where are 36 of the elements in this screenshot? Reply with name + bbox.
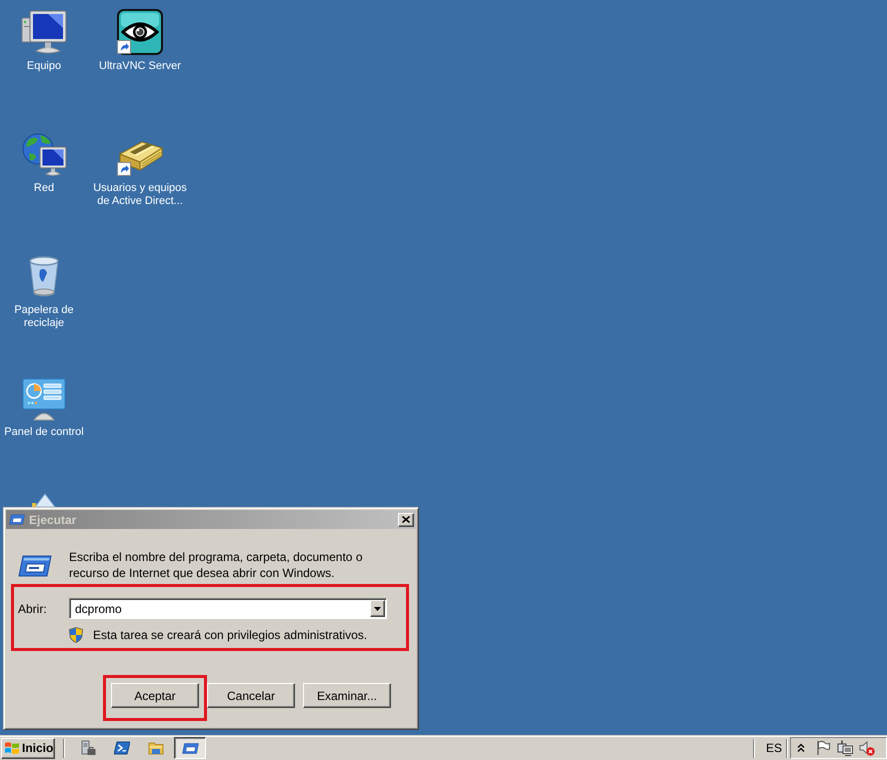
window-icon <box>182 742 198 754</box>
triangle-icon[interactable] <box>30 493 58 507</box>
instruction-text: Escriba el nombre del programa, carpeta, documento o recurso de Internet que desea abrir con Windows. <box>69 549 364 581</box>
close-icon <box>402 516 410 523</box>
speaker-muted-icon[interactable] <box>859 740 875 756</box>
ok-button[interactable]: Aceptar <box>111 683 199 708</box>
icon-label[interactable]: Equipo <box>26 60 62 73</box>
server-icon[interactable] <box>80 740 96 756</box>
cancel-button[interactable]: Cancelar <box>207 683 295 708</box>
computer-icon[interactable] <box>20 8 68 56</box>
network-icon[interactable] <box>837 740 853 756</box>
terminal-icon[interactable] <box>114 740 130 756</box>
icon-label[interactable]: Papelera de reciclaje <box>0 304 94 330</box>
window-icon <box>18 555 52 577</box>
icon-label[interactable]: Red <box>34 182 54 195</box>
language-indicator[interactable]: ES <box>766 741 782 755</box>
start-button[interactable]: Inicio <box>1 738 55 758</box>
browse-button[interactable]: Examinar... <box>303 683 391 708</box>
close-button[interactable] <box>398 512 414 526</box>
eye-icon[interactable] <box>116 8 164 56</box>
icon-label[interactable]: Usuarios y equipos de Active Direct... <box>90 182 190 208</box>
window-title: Ejecutar <box>29 512 78 526</box>
command-combobox[interactable]: dcpromo <box>69 598 387 619</box>
shield-icon <box>69 627 83 643</box>
flag-icon[interactable] <box>815 740 831 756</box>
icon-label[interactable]: UltraVNC Server <box>99 60 181 73</box>
taskbar-button[interactable] <box>174 737 206 759</box>
double-caret-icon[interactable] <box>797 743 805 753</box>
waving-flag-icon <box>4 740 20 756</box>
folder-icon[interactable] <box>148 740 164 756</box>
caret-icon <box>374 606 381 610</box>
window-icon <box>9 514 25 525</box>
admin-note: Esta tarea se creará con privilegios administrativos. <box>93 628 368 642</box>
icon-label[interactable]: Panel de control <box>4 426 84 439</box>
field-label: Abrir: <box>18 602 48 616</box>
dropdown-button[interactable] <box>370 600 385 617</box>
